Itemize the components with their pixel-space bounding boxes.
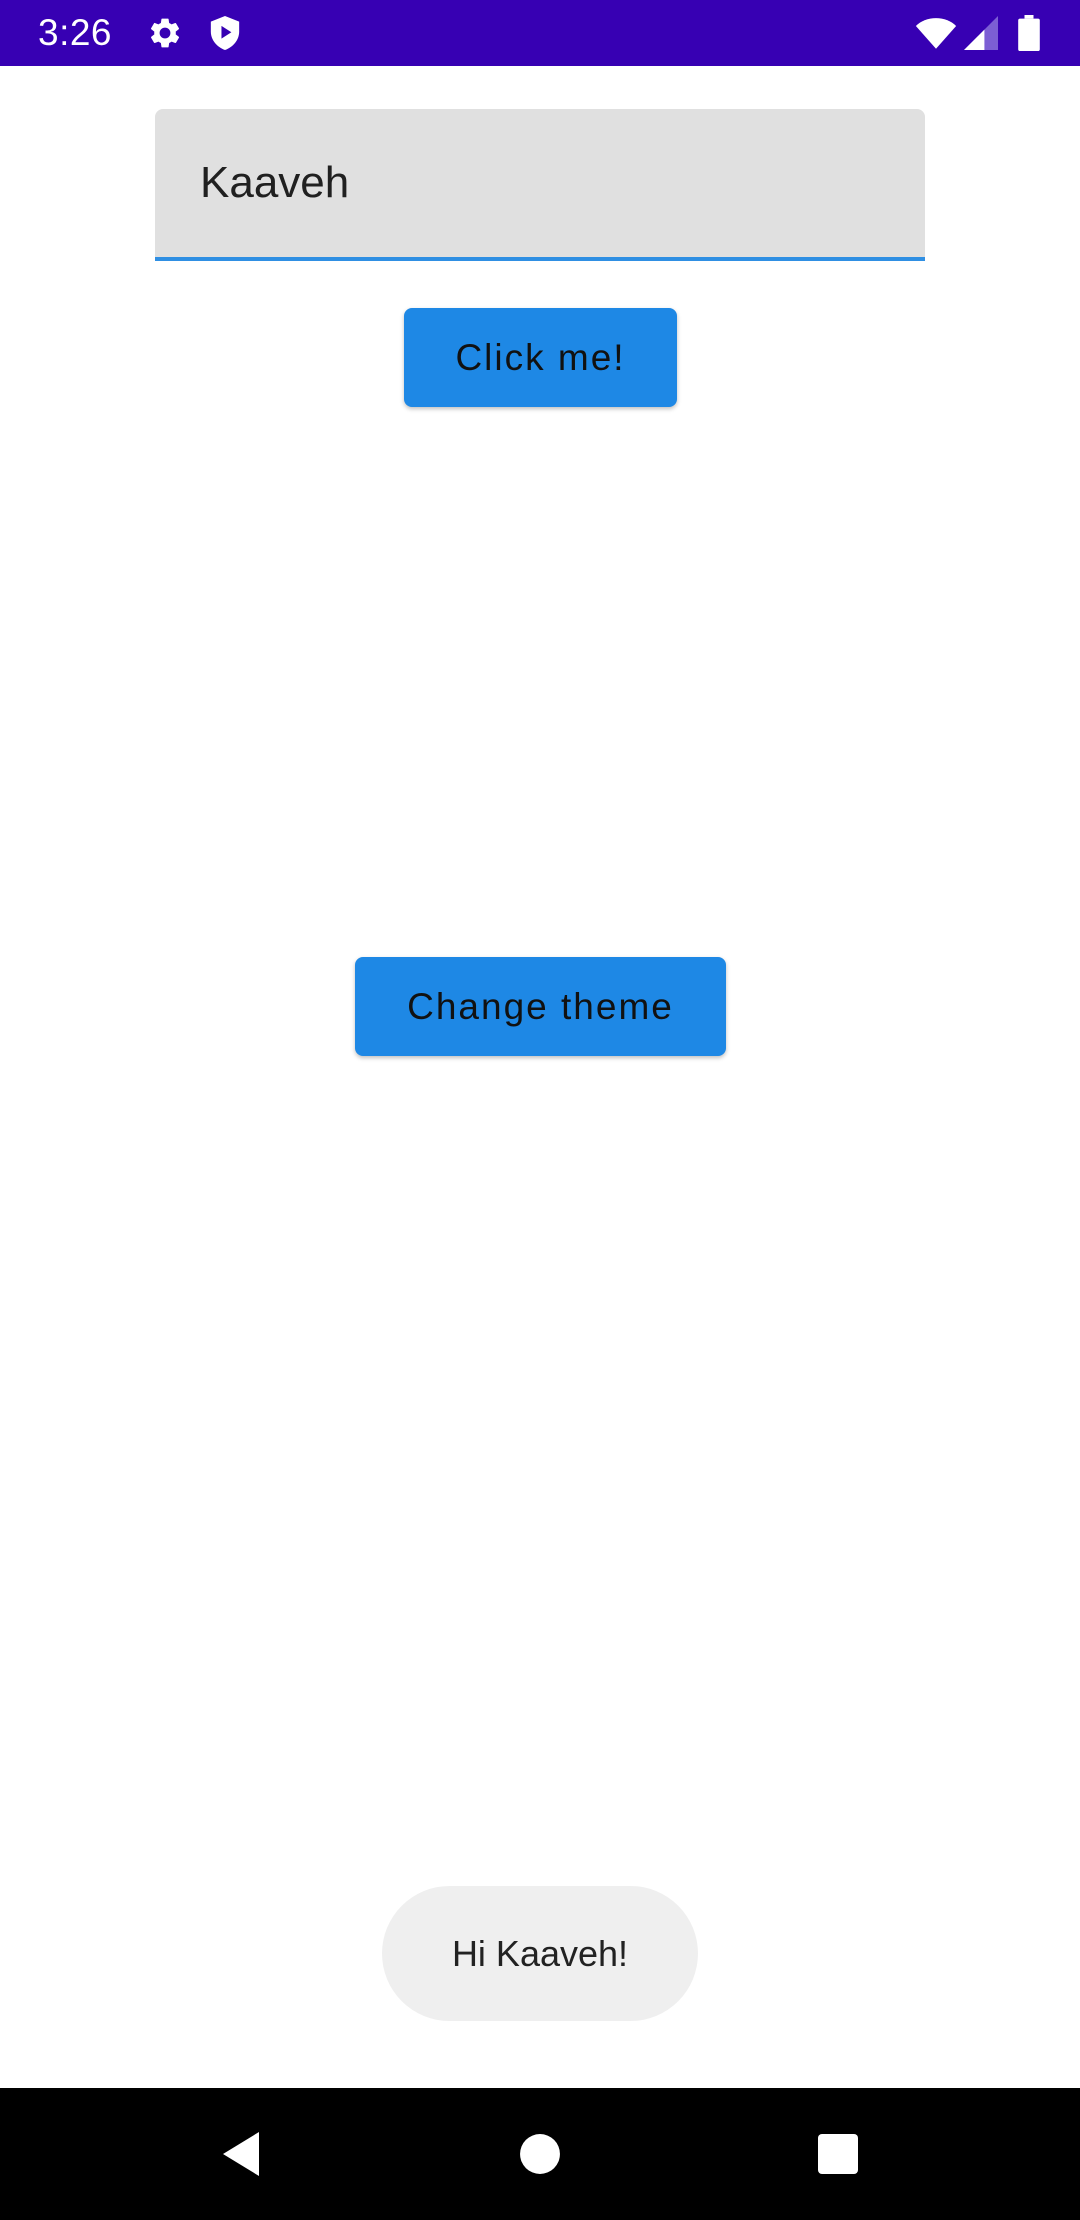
change-theme-button[interactable]: Change theme [355, 957, 726, 1056]
app-content: Kaaveh Click me! Change theme Hi Kaaveh! [0, 66, 1080, 2088]
back-icon[interactable] [181, 2088, 301, 2220]
navigation-bar [0, 2088, 1080, 2220]
gear-icon [143, 0, 187, 66]
battery-icon [1012, 0, 1046, 66]
wifi-icon [914, 0, 958, 66]
recents-icon[interactable] [778, 2088, 898, 2220]
name-input[interactable]: Kaaveh [155, 109, 925, 261]
cell-signal-icon [962, 0, 1000, 66]
click-me-button[interactable]: Click me! [404, 308, 677, 407]
shield-play-icon [205, 0, 245, 66]
status-time: 3:26 [38, 12, 113, 53]
name-input-value: Kaaveh [200, 158, 350, 207]
status-bar: 3:26 [0, 0, 1080, 66]
toast-message: Hi Kaaveh! [382, 1886, 698, 2021]
home-icon[interactable] [480, 2088, 600, 2220]
